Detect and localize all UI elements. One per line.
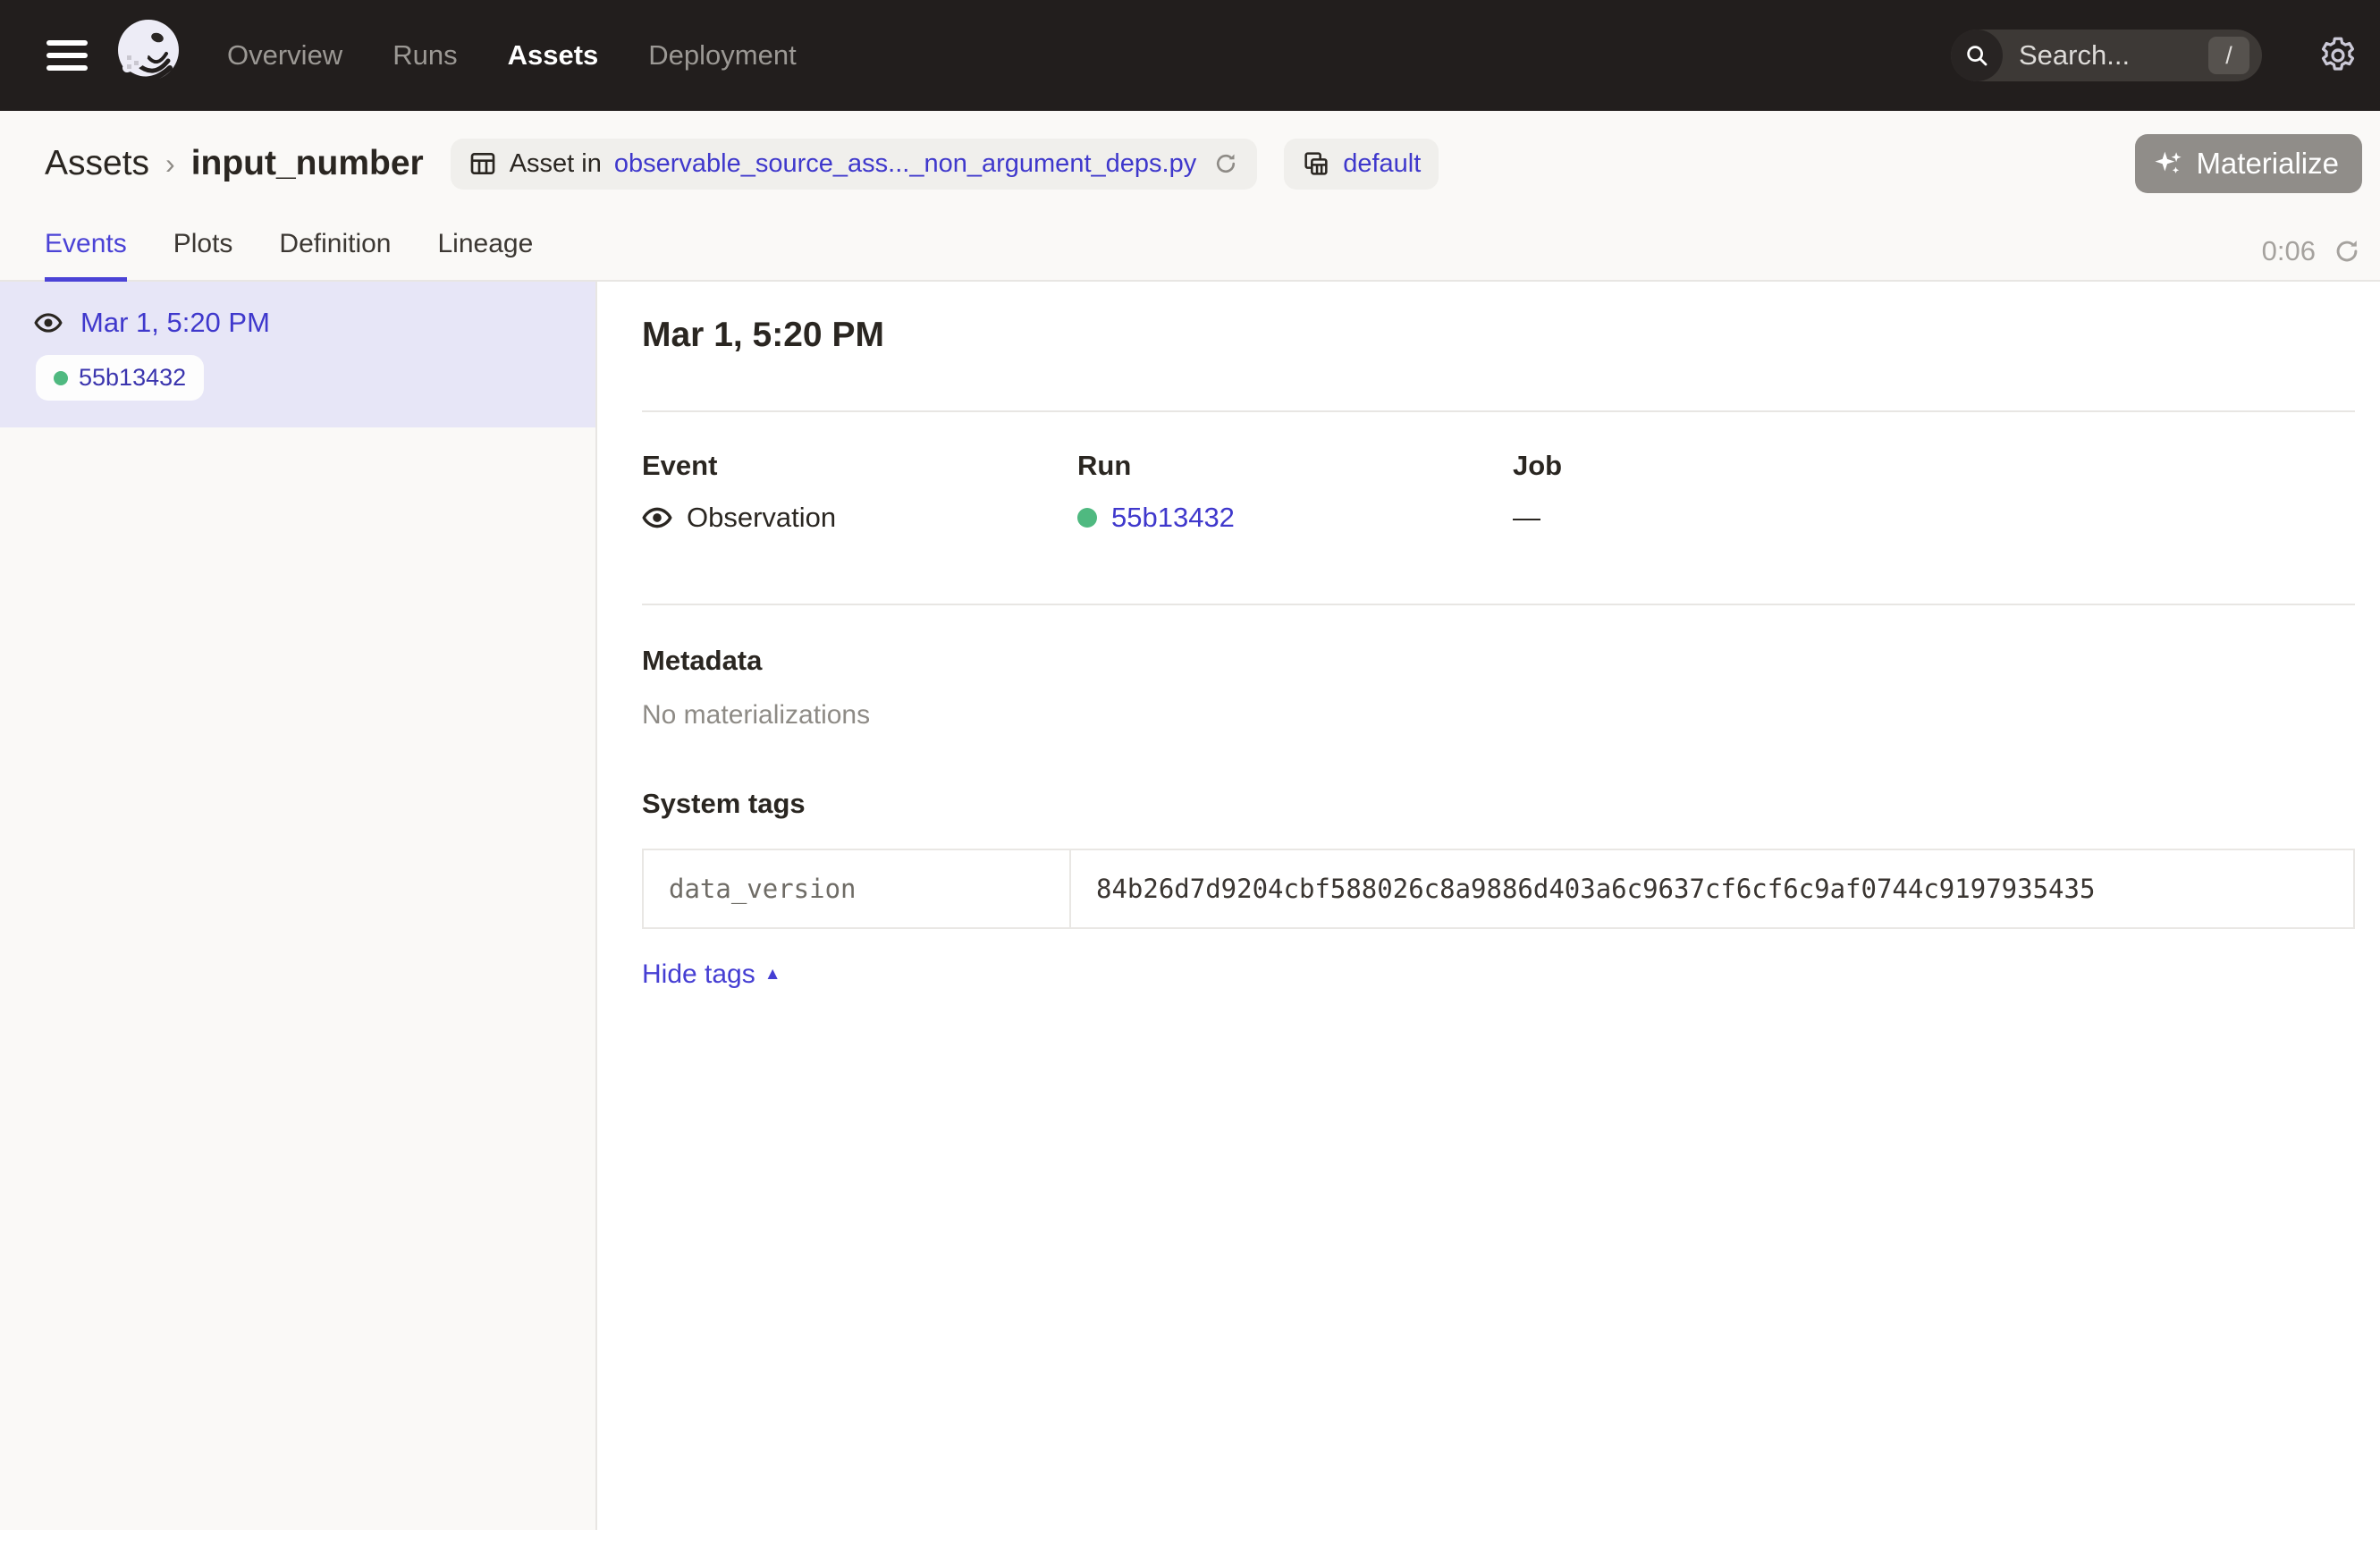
hide-tags-link[interactable]: Hide tags ▲ — [642, 959, 781, 990]
asset-source-file-link[interactable]: observable_source_ass..._non_argument_de… — [614, 149, 1196, 179]
tab-lineage[interactable]: Lineage — [438, 229, 534, 282]
event-timestamp: Mar 1, 5:20 PM — [80, 307, 270, 339]
page-title: input_number — [191, 144, 424, 183]
breadcrumb-assets-link[interactable]: Assets — [45, 144, 149, 183]
top-nav: Overview Runs Assets Deployment / — [0, 0, 2380, 111]
run-status-dot — [54, 371, 68, 385]
menu-icon[interactable] — [46, 40, 88, 71]
breadcrumb: Assets › input_number — [45, 144, 424, 183]
event-list-item[interactable]: Mar 1, 5:20 PM 55b13432 — [0, 282, 595, 427]
dagster-logo-icon[interactable] — [111, 9, 188, 102]
tag-value-cell: 84b26d7d9204cbf588026c8a9886d403a6c9637c… — [1071, 850, 2353, 927]
sparkles-icon — [2153, 148, 2183, 179]
table-grid-icon — [468, 149, 497, 178]
settings-gear-icon[interactable] — [2317, 35, 2359, 76]
reload-definition-icon[interactable] — [1212, 150, 1239, 177]
metadata-section-label: Metadata — [642, 645, 2355, 677]
event-column-label: Event — [642, 450, 1077, 482]
materialize-button[interactable]: Materialize — [2135, 134, 2362, 193]
system-tags-section-label: System tags — [642, 788, 2355, 820]
tab-plots[interactable]: Plots — [173, 229, 233, 282]
search-box[interactable]: / — [1951, 30, 2262, 81]
job-column-label: Job — [1513, 450, 1948, 482]
page-header: Assets › input_number Asset in observabl… — [0, 111, 2380, 282]
refresh-countdown: 0:06 — [2262, 235, 2316, 267]
system-tags-table: data_version 84b26d7d9204cbf588026c8a988… — [642, 849, 2355, 929]
search-icon — [1951, 30, 2003, 81]
caret-up-icon: ▲ — [764, 965, 781, 984]
run-tag[interactable]: 55b13432 — [36, 355, 204, 401]
tab-definition[interactable]: Definition — [279, 229, 391, 282]
run-column-label: Run — [1077, 450, 1513, 482]
observation-eye-icon — [34, 308, 63, 337]
run-id-link[interactable]: 55b13432 — [1111, 502, 1235, 534]
stacked-grids-icon — [1302, 149, 1330, 178]
search-shortcut-key: / — [2208, 37, 2249, 74]
tab-events[interactable]: Events — [45, 229, 127, 282]
observation-eye-icon — [642, 503, 672, 533]
code-location-badge: default — [1284, 139, 1439, 190]
nav-item-deployment[interactable]: Deployment — [648, 39, 796, 72]
job-value: — — [1513, 502, 1540, 534]
nav-item-runs[interactable]: Runs — [392, 39, 457, 72]
tag-key-cell: data_version — [644, 850, 1071, 927]
event-detail-panel: Mar 1, 5:20 PM Event Observation Run — [597, 282, 2380, 1530]
breadcrumb-chevron-icon: › — [165, 148, 175, 181]
asset-tabs: Events Plots Definition Lineage — [45, 229, 533, 280]
asset-definition-badge: Asset in observable_source_ass..._non_ar… — [451, 139, 1258, 190]
metadata-empty-text: No materializations — [642, 700, 2355, 731]
nav-item-assets[interactable]: Assets — [508, 39, 599, 72]
code-location-link[interactable]: default — [1343, 149, 1421, 179]
run-status-dot — [1077, 508, 1097, 528]
primary-nav: Overview Runs Assets Deployment — [227, 39, 797, 72]
search-input[interactable] — [2003, 39, 2208, 72]
event-type-value: Observation — [687, 502, 836, 534]
nav-item-overview[interactable]: Overview — [227, 39, 342, 72]
event-detail-title: Mar 1, 5:20 PM — [642, 316, 2355, 355]
asset-in-label: Asset in — [510, 149, 602, 179]
refresh-icon[interactable] — [2332, 236, 2362, 266]
event-list-sidebar: Mar 1, 5:20 PM 55b13432 — [0, 282, 597, 1530]
